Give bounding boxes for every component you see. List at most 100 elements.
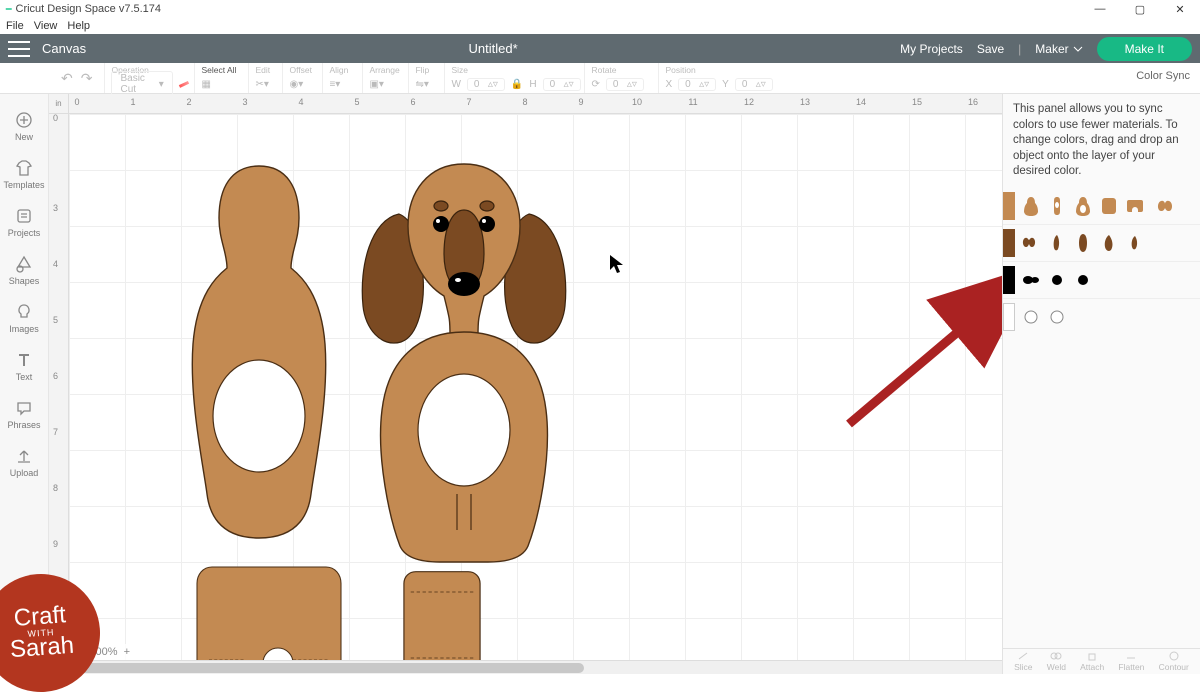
menu-help[interactable]: Help bbox=[67, 20, 90, 32]
redo-button[interactable]: ↷ bbox=[81, 70, 93, 87]
layer-thumb[interactable] bbox=[1073, 269, 1093, 291]
edit-label: Edit bbox=[255, 63, 276, 75]
y-input[interactable]: 0▵▿ bbox=[735, 78, 773, 91]
chevron-down-icon bbox=[1073, 44, 1083, 54]
position-label: Position bbox=[665, 63, 782, 75]
document-title[interactable]: Untitled* bbox=[86, 41, 900, 56]
color-row-tan[interactable] bbox=[1003, 188, 1200, 225]
layers-actions-footer: Slice Weld Attach Flatten Contour bbox=[1003, 648, 1200, 674]
color-sync-description: This panel allows you to sync colors to … bbox=[1003, 94, 1200, 188]
app-logo-icon: ⎯ bbox=[6, 3, 12, 16]
arrange-label: Arrange bbox=[369, 63, 402, 75]
menu-file[interactable]: File bbox=[6, 20, 24, 32]
layer-thumb[interactable] bbox=[1047, 195, 1067, 217]
sidebar-item-phrases[interactable]: Phrases bbox=[0, 390, 49, 438]
top-bar: Canvas Untitled* My Projects Save | Make… bbox=[0, 34, 1200, 63]
plus-circle-icon bbox=[15, 111, 33, 129]
layer-thumb[interactable] bbox=[1157, 195, 1177, 217]
color-sync-panel: This panel allows you to sync colors to … bbox=[1002, 94, 1200, 674]
shapes-icon bbox=[15, 255, 33, 273]
machine-selector[interactable]: Maker bbox=[1035, 42, 1082, 56]
select-all-label: Select All bbox=[201, 63, 242, 75]
window-minimize-button[interactable]: — bbox=[1080, 0, 1120, 18]
sidebar-item-images[interactable]: Images bbox=[0, 294, 49, 342]
page-title: Canvas bbox=[42, 41, 86, 56]
app-title: Cricut Design Space v7.5.174 bbox=[16, 3, 162, 15]
align-label: Align bbox=[329, 63, 356, 75]
flip-dropdown[interactable]: ⇋▾ bbox=[415, 79, 428, 90]
hamburger-menu-icon[interactable] bbox=[8, 41, 30, 57]
design-back-body[interactable] bbox=[169, 164, 349, 544]
undo-button[interactable]: ↶ bbox=[61, 70, 73, 87]
sidebar-item-templates[interactable]: Templates bbox=[0, 150, 49, 198]
color-row-brown[interactable] bbox=[1003, 225, 1200, 262]
zoom-in-button[interactable]: + bbox=[124, 646, 130, 658]
color-swatch[interactable] bbox=[1003, 229, 1015, 257]
flatten-button[interactable]: Flatten bbox=[1118, 651, 1144, 672]
layer-thumb[interactable] bbox=[1125, 195, 1145, 217]
sidebar-item-new[interactable]: New bbox=[0, 102, 49, 150]
layer-thumb[interactable] bbox=[1021, 269, 1041, 291]
layer-thumb[interactable] bbox=[1099, 195, 1119, 217]
layer-thumb[interactable] bbox=[1021, 195, 1041, 217]
design-dog-front[interactable] bbox=[349, 154, 579, 564]
color-swatch[interactable] bbox=[1003, 303, 1015, 331]
linetype-color-swatch[interactable] bbox=[179, 81, 189, 88]
height-input[interactable]: 0▵▿ bbox=[543, 78, 581, 91]
lightbulb-icon bbox=[15, 303, 33, 321]
separator: | bbox=[1018, 42, 1021, 56]
canvas-scrollbar-horizontal[interactable] bbox=[69, 660, 1002, 674]
layer-thumb[interactable] bbox=[1073, 195, 1093, 217]
color-swatch[interactable] bbox=[1003, 192, 1015, 220]
machine-label: Maker bbox=[1035, 42, 1068, 56]
design-tab-piece[interactable] bbox=[395, 570, 489, 674]
color-row-black[interactable] bbox=[1003, 262, 1200, 299]
x-input[interactable]: 0▵▿ bbox=[678, 78, 716, 91]
window-maximize-button[interactable]: ▢ bbox=[1120, 0, 1160, 18]
size-label: Size bbox=[451, 63, 578, 75]
layer-thumb[interactable] bbox=[1021, 232, 1041, 254]
offset-button[interactable]: ◉▾ bbox=[289, 79, 303, 90]
property-bar: ↶ ↷ Operation Basic Cut▾ Select All ▦ Ed… bbox=[0, 63, 1200, 94]
shirt-icon bbox=[15, 159, 33, 177]
arrange-dropdown[interactable]: ▣▾ bbox=[369, 79, 383, 90]
menu-bar: File View Help bbox=[0, 18, 1200, 34]
weld-button[interactable]: Weld bbox=[1047, 651, 1066, 672]
edit-dropdown[interactable]: ✂▾ bbox=[255, 79, 268, 90]
color-sync-tab[interactable]: Color Sync bbox=[1136, 70, 1190, 82]
window-close-button[interactable]: ✕ bbox=[1160, 0, 1200, 18]
offset-label: Offset bbox=[289, 63, 316, 75]
ruler-unit[interactable]: in bbox=[49, 94, 69, 114]
sidebar-item-upload[interactable]: Upload bbox=[0, 438, 49, 486]
select-all-icon[interactable]: ▦ bbox=[201, 79, 210, 90]
color-swatch[interactable] bbox=[1003, 266, 1015, 294]
ruler-horizontal: 0 1 2 3 4 5 6 7 8 9 10 11 12 13 14 15 16 bbox=[69, 94, 1002, 114]
sidebar-item-projects[interactable]: Projects bbox=[0, 198, 49, 246]
rotate-input[interactable]: 0▵▿ bbox=[606, 78, 644, 91]
canvas-area[interactable]: in 0 1 2 3 4 5 6 7 8 9 10 11 12 13 14 15… bbox=[49, 94, 1002, 674]
make-it-button[interactable]: Make It bbox=[1097, 37, 1192, 61]
projects-icon bbox=[15, 207, 33, 225]
lock-aspect-icon[interactable]: 🔒 bbox=[511, 79, 523, 90]
sidebar-item-text[interactable]: Text bbox=[0, 342, 49, 390]
sidebar-item-shapes[interactable]: Shapes bbox=[0, 246, 49, 294]
layer-thumb[interactable] bbox=[1021, 306, 1041, 328]
menu-view[interactable]: View bbox=[34, 20, 58, 32]
color-row-white[interactable] bbox=[1003, 299, 1200, 335]
layer-thumb[interactable] bbox=[1047, 269, 1067, 291]
layer-thumb[interactable] bbox=[1073, 232, 1093, 254]
slice-button[interactable]: Slice bbox=[1014, 651, 1032, 672]
layer-thumb[interactable] bbox=[1047, 306, 1067, 328]
layer-thumb[interactable] bbox=[1125, 232, 1145, 254]
layer-thumb[interactable] bbox=[1099, 232, 1119, 254]
attach-button[interactable]: Attach bbox=[1080, 651, 1104, 672]
save-button[interactable]: Save bbox=[977, 42, 1004, 56]
rotate-icon: ⟳ bbox=[591, 79, 599, 90]
contour-button[interactable]: Contour bbox=[1159, 651, 1189, 672]
align-dropdown[interactable]: ≡▾ bbox=[329, 79, 340, 90]
design-base-piece[interactable] bbox=[169, 564, 369, 674]
window-titlebar: ⎯ Cricut Design Space v7.5.174 — ▢ ✕ bbox=[0, 0, 1200, 18]
width-input[interactable]: 0▵▿ bbox=[467, 78, 505, 91]
layer-thumb[interactable] bbox=[1047, 232, 1067, 254]
my-projects-link[interactable]: My Projects bbox=[900, 42, 963, 56]
